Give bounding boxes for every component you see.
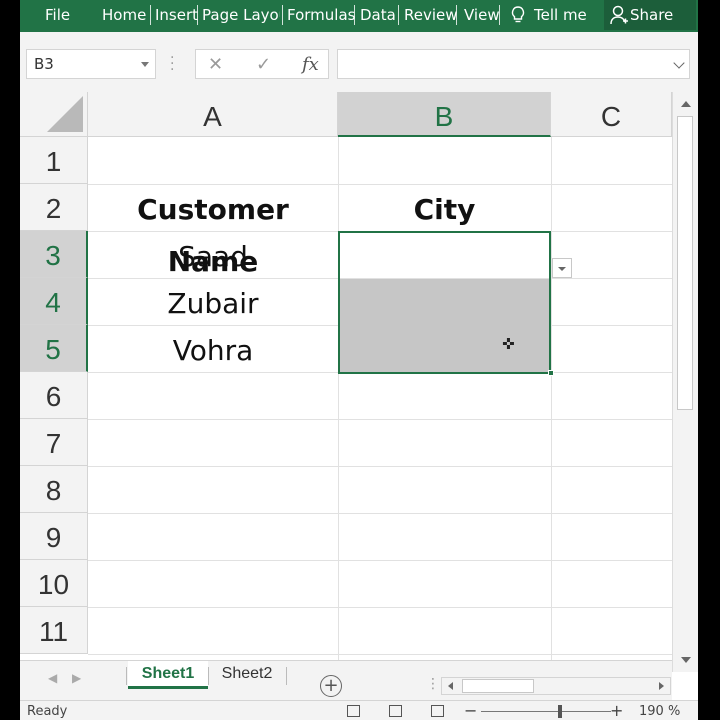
- lightbulb-icon: [511, 6, 525, 28]
- row-header-7[interactable]: 7: [20, 419, 88, 466]
- tab-data[interactable]: Data: [360, 0, 396, 30]
- tab-separator: [354, 5, 355, 25]
- drag-handle-icon[interactable]: ⋮: [426, 676, 440, 692]
- ribbon-tabs: File Home Insert Page Layout Formulas Da…: [20, 0, 698, 32]
- drag-handle-icon[interactable]: · · ·: [170, 51, 174, 77]
- tab-separator: [286, 667, 287, 685]
- sheet-tabs-bar: ◀ ▶ Sheet1 Sheet2 + ⋮: [20, 660, 672, 700]
- horizontal-scroll-thumb[interactable]: [462, 679, 534, 693]
- column-header-b[interactable]: B: [338, 92, 551, 137]
- gridline: [551, 137, 552, 660]
- row-header-8[interactable]: 8: [20, 466, 88, 513]
- excel-window: File Home Insert Page Layout Formulas Da…: [20, 0, 698, 720]
- status-bar: Ready − + 190 %: [20, 700, 698, 720]
- gridline: [88, 607, 672, 608]
- formula-buttons: ✕ ✓ fx: [195, 49, 329, 79]
- fill-handle[interactable]: [548, 370, 554, 376]
- cell-a2[interactable]: Customer Name: [88, 184, 338, 278]
- gridline: [88, 560, 672, 561]
- tab-separator: [282, 5, 283, 25]
- sheet-tab-sheet2[interactable]: Sheet2: [209, 661, 285, 689]
- gridline: [88, 654, 672, 655]
- tab-separator: [150, 5, 151, 25]
- cell-b2[interactable]: City: [338, 184, 551, 231]
- selected-range-border: [338, 231, 551, 374]
- tab-home[interactable]: Home: [102, 0, 146, 30]
- tab-separator: [398, 5, 399, 25]
- horizontal-scrollbar[interactable]: [441, 677, 671, 695]
- tab-review[interactable]: Review: [404, 0, 458, 30]
- name-box-value: B3: [34, 55, 54, 73]
- select-all-button[interactable]: [20, 92, 88, 137]
- tab-formulas[interactable]: Formulas: [287, 0, 355, 30]
- cell-a5[interactable]: Vohra: [88, 325, 338, 372]
- sheet-tab-sheet1[interactable]: Sheet1: [128, 661, 208, 689]
- zoom-slider[interactable]: [481, 711, 611, 712]
- expand-formula-icon[interactable]: [673, 57, 685, 69]
- status-mode: Ready: [27, 704, 68, 719]
- name-box[interactable]: B3: [26, 49, 156, 79]
- tab-view[interactable]: View: [464, 0, 500, 30]
- row-header-1[interactable]: 1: [20, 137, 88, 184]
- column-header-c[interactable]: C: [551, 92, 672, 137]
- validation-dropdown-button[interactable]: [552, 258, 572, 278]
- tab-separator: [197, 5, 198, 25]
- share-label: Share: [630, 6, 674, 24]
- gridline: [88, 419, 672, 420]
- vertical-scroll-thumb[interactable]: [677, 116, 693, 410]
- scroll-down-icon[interactable]: [681, 657, 691, 663]
- tell-me-search[interactable]: Tell me: [534, 0, 587, 30]
- prev-sheet-icon[interactable]: ◀: [48, 671, 57, 685]
- enter-icon[interactable]: ✓: [256, 54, 271, 75]
- next-sheet-icon[interactable]: ▶: [72, 671, 81, 685]
- vertical-scrollbar[interactable]: [672, 92, 698, 672]
- row-header-11[interactable]: 11: [20, 607, 88, 654]
- cancel-icon[interactable]: ✕: [208, 54, 223, 75]
- row-header-3[interactable]: 3: [20, 231, 88, 278]
- row-header-9[interactable]: 9: [20, 513, 88, 560]
- tab-page-layout[interactable]: Page Layout: [202, 0, 280, 30]
- row-header-5[interactable]: 5: [20, 325, 88, 372]
- cell-cursor-icon: ✜: [502, 335, 515, 353]
- page-layout-view-icon[interactable]: [389, 705, 402, 717]
- gridline: [88, 466, 672, 467]
- zoom-level[interactable]: 190 %: [639, 704, 680, 719]
- chevron-down-icon[interactable]: [141, 62, 149, 67]
- zoom-in-icon[interactable]: +: [610, 701, 623, 720]
- cell-a4[interactable]: Zubair: [88, 278, 338, 325]
- scroll-right-icon[interactable]: [659, 682, 664, 690]
- insert-function-icon[interactable]: fx: [302, 54, 319, 75]
- zoom-slider-thumb[interactable]: [558, 705, 562, 718]
- row-header-10[interactable]: 10: [20, 560, 88, 607]
- tab-separator: [126, 667, 127, 685]
- row-header-6[interactable]: 6: [20, 372, 88, 419]
- tab-insert[interactable]: Insert: [155, 0, 198, 30]
- add-sheet-icon[interactable]: +: [320, 675, 342, 697]
- tab-file[interactable]: File: [45, 0, 70, 30]
- tab-separator: [499, 5, 500, 25]
- spreadsheet-grid[interactable]: A B C 1 2 3 4 5 6 7 8 9 10 11 Customer N…: [20, 92, 672, 660]
- scroll-up-icon[interactable]: [681, 101, 691, 107]
- tab-separator: [456, 5, 457, 25]
- formula-bar: B3 · · · ✕ ✓ fx: [20, 32, 698, 92]
- zoom-out-icon[interactable]: −: [464, 701, 477, 720]
- scroll-left-icon[interactable]: [448, 682, 453, 690]
- row-header-2[interactable]: 2: [20, 184, 88, 231]
- column-header-a[interactable]: A: [88, 92, 338, 137]
- page-break-view-icon[interactable]: [431, 705, 444, 717]
- share-button[interactable]: Share: [604, 0, 696, 30]
- row-header-4[interactable]: 4: [20, 278, 88, 325]
- formula-input[interactable]: [337, 49, 690, 79]
- gridline: [88, 513, 672, 514]
- cell-a3[interactable]: Saad: [88, 231, 338, 278]
- person-icon: [610, 5, 628, 25]
- normal-view-icon[interactable]: [347, 705, 360, 717]
